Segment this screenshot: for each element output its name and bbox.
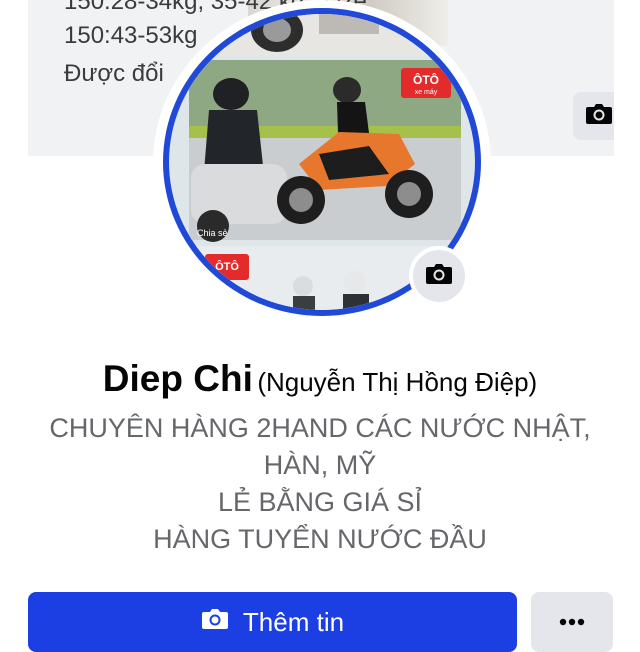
add-story-button[interactable]: Thêm tin bbox=[28, 592, 517, 652]
svg-text:xe máy: xe máy bbox=[415, 89, 438, 96]
camera-icon bbox=[585, 102, 613, 131]
add-story-label: Thêm tin bbox=[242, 606, 345, 637]
profile-name-row: Diep Chi (Nguyễn Thị Hồng Điệp) bbox=[0, 358, 640, 400]
svg-text:Chia sẻ: Chia sẻ bbox=[197, 228, 228, 238]
bio-line: HÀN, MỸ bbox=[263, 450, 377, 480]
bio-line: LẺ BẰNG GIÁ SỈ bbox=[217, 487, 423, 517]
cover-text-line-2: 150:43-53kg bbox=[64, 22, 198, 49]
profile-name: Diep Chi bbox=[102, 358, 253, 399]
edit-cover-photo-button[interactable] bbox=[573, 92, 614, 140]
svg-text:ÔTÔ: ÔTÔ bbox=[413, 72, 439, 87]
camera-icon bbox=[201, 607, 229, 638]
more-dots-icon bbox=[559, 613, 585, 631]
profile-bio: CHUYÊN HÀNG 2HAND CÁC NƯỚC NHẬT, HÀN, MỸ… bbox=[0, 410, 640, 558]
svg-text:ÔTÔ: ÔTÔ bbox=[215, 260, 239, 273]
bio-line: HÀNG TUYỂN NƯỚC ĐẦU bbox=[153, 524, 487, 554]
edit-profile-picture-button[interactable] bbox=[409, 246, 469, 306]
profile-alternate-name: (Nguyễn Thị Hồng Điệp) bbox=[257, 367, 538, 397]
more-options-button[interactable] bbox=[531, 592, 613, 652]
camera-icon bbox=[425, 262, 453, 291]
cover-text-line-3: Được đổi bbox=[64, 60, 164, 87]
bio-line: CHUYÊN HÀNG 2HAND CÁC NƯỚC NHẬT, bbox=[49, 413, 591, 443]
